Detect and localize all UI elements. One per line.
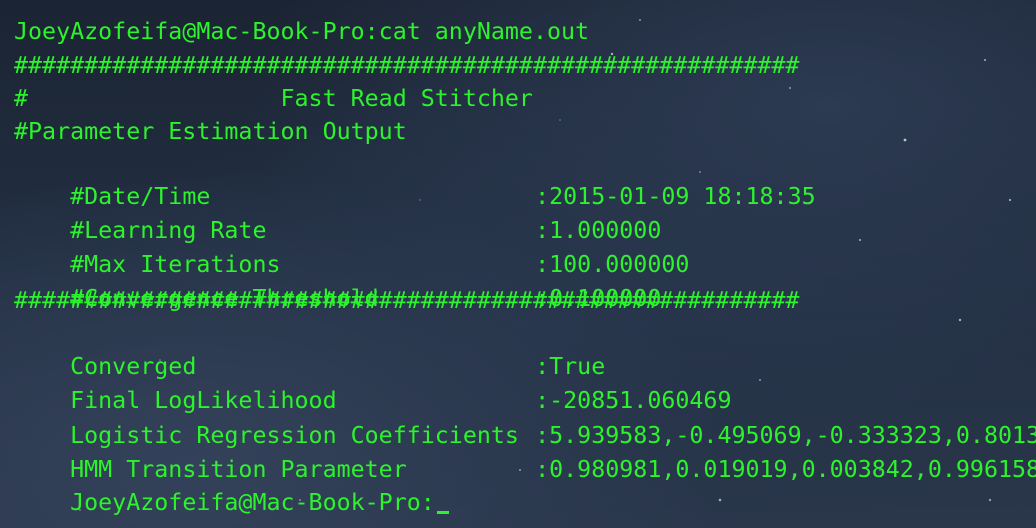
prompt-line[interactable]: JoeyAzofeifa@Mac-Book-Pro: (14, 455, 449, 516)
param-row-convergence-threshold: #Convergence Threshold:0.100000 (14, 251, 661, 312)
shell-prompt: JoeyAzofeifa@Mac-Book-Pro: (70, 489, 435, 516)
terminal-window[interactable]: JoeyAzofeifa@Mac-Book-Pro:cat anyName.ou… (0, 0, 1036, 528)
param-row-max-iterations: #Max Iterations:100.000000 (14, 217, 689, 278)
param-row-date: #Date/Time:2015-01-09 18:18:35 (14, 149, 816, 210)
result-row-loglikelihood: Final LogLikelihood:-20851.060469 (14, 353, 731, 414)
result-row-hmm-transition: HMM Transition Parameter:0.980981,0.0190… (14, 422, 1036, 483)
result-row-logistic-coefficients: Logistic Regression Coefficients:5.93958… (14, 388, 1036, 449)
text-cursor (436, 511, 449, 514)
result-row-converged: Converged:True (14, 319, 605, 380)
result-value: :0.980981,0.019019,0.003842,0.996158 (535, 456, 1036, 483)
separator-top: ########################################… (14, 52, 800, 79)
param-row-learning-rate: #Learning Rate:1.000000 (14, 183, 661, 244)
header-title: # Fast Read Stitcher (14, 85, 533, 112)
separator-bottom: ########################################… (14, 287, 800, 314)
header-subtitle: #Parameter Estimation Output (14, 118, 407, 145)
command-line: JoeyAzofeifa@Mac-Book-Pro:cat anyName.ou… (14, 18, 590, 45)
